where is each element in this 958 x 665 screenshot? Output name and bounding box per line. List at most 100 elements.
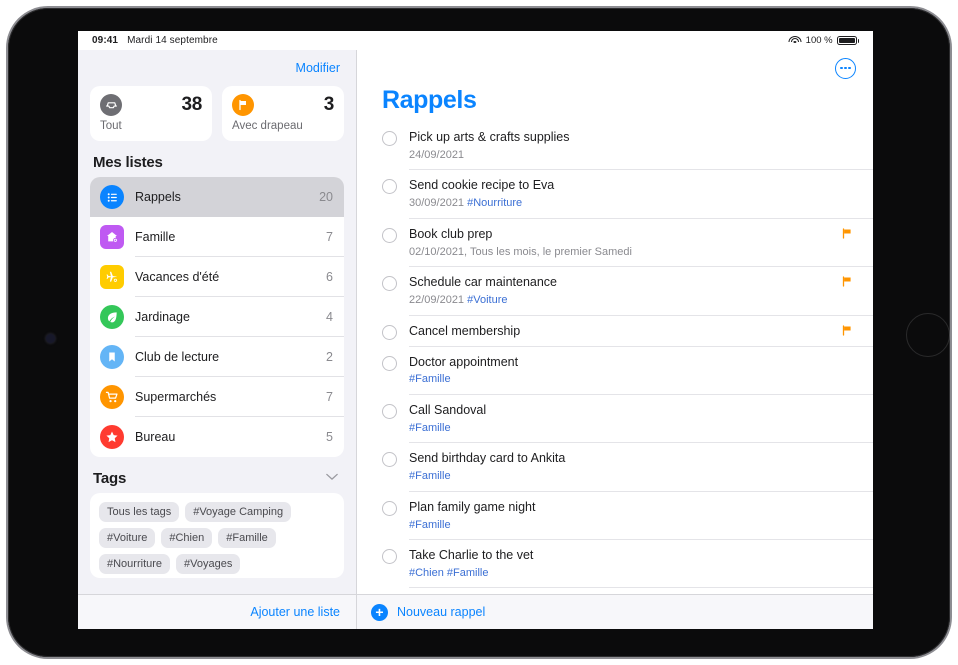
tags-header[interactable]: Tags — [93, 470, 344, 487]
reminder-checkbox[interactable] — [382, 403, 397, 419]
reminder-tags[interactable]: #Nourriture — [467, 197, 522, 209]
sidebar-item-rappels[interactable]: Rappels 20 — [90, 177, 344, 217]
reminder-checkbox[interactable] — [382, 452, 397, 468]
reminder-row[interactable]: Schedule car maintenance 22/09/2021 #Voi… — [382, 267, 873, 316]
reminder-tags[interactable]: #Voiture — [467, 294, 507, 306]
reminder-checkbox[interactable] — [382, 500, 397, 516]
reminder-checkbox[interactable] — [382, 179, 397, 195]
reminder-title: Book club prep — [409, 226, 493, 241]
reminder-tags[interactable]: #Famille — [409, 470, 451, 482]
sidebar-item-label: Bureau — [135, 430, 176, 444]
reminder-row[interactable]: Send birthday card to Ankita #Famille — [382, 443, 873, 492]
reminder-meta: #Famille — [409, 468, 853, 485]
wifi-icon — [788, 35, 802, 46]
sidebar-item-bureau[interactable]: Bureau 5 — [90, 417, 344, 457]
reminder-tags[interactable]: #Chien #Famille — [409, 567, 488, 579]
sidebar-item-jardinage[interactable]: Jardinage 4 — [90, 297, 344, 337]
status-bar-right: 100 % — [788, 35, 859, 46]
sidebar-scroll-area[interactable]: 38 Tout 3 Avec drapeau Mes listes Rappel… — [78, 86, 356, 594]
reminder-body: Book club prep 02/10/2021, Tous les mois… — [409, 226, 841, 260]
reminders-list[interactable]: Pick up arts & crafts supplies 24/09/202… — [357, 122, 873, 594]
tag-chip[interactable]: #Voiture — [99, 528, 156, 548]
sidebar-item-count: 4 — [326, 310, 333, 324]
reminder-row[interactable]: Doctor appointment #Famille — [382, 347, 873, 395]
inbox-icon — [100, 94, 122, 116]
leaf-icon — [100, 305, 124, 329]
reminder-tags[interactable]: #Famille — [409, 519, 451, 531]
reminder-row[interactable]: Book club prep 02/10/2021, Tous les mois… — [382, 219, 873, 268]
reminder-meta: 30/09/2021 #Nourriture — [409, 195, 853, 212]
reminder-row[interactable]: Plan family game night #Famille — [382, 492, 873, 540]
reminder-checkbox[interactable] — [382, 324, 397, 340]
edit-button[interactable]: Modifier — [296, 61, 340, 75]
tags-title: Tags — [93, 470, 127, 487]
sidebar-item-vacances-dete[interactable]: Vacances d'été 6 — [90, 257, 344, 297]
reminder-tags[interactable]: #Famille — [409, 373, 451, 385]
reminder-title: Call Sandoval — [409, 402, 487, 417]
sidebar-bottom-toolbar: Ajouter une liste — [78, 594, 356, 629]
status-time: 09:41 — [92, 35, 119, 46]
reminder-date: 30/09/2021 — [409, 197, 465, 210]
chevron-down-icon[interactable] — [326, 473, 338, 484]
sidebar-item-famille[interactable]: Famille 7 — [90, 217, 344, 257]
reminder-checkbox[interactable] — [382, 549, 397, 564]
new-reminder-button[interactable]: Nouveau rappel — [397, 605, 485, 619]
reminder-title: Schedule car maintenance — [409, 275, 558, 290]
smart-list-flagged[interactable]: 3 Avec drapeau — [222, 86, 344, 141]
reminder-body: Call Sandoval #Famille — [409, 402, 853, 436]
reminder-meta: #Famille — [409, 517, 853, 534]
reminder-tags[interactable]: #Famille — [409, 422, 451, 434]
reminder-title: Send cookie recipe to Eva — [409, 178, 555, 193]
reminder-date: 24/09/2021 — [409, 148, 465, 161]
reminder-body: Schedule car maintenance 22/09/2021 #Voi… — [409, 274, 841, 308]
reminder-checkbox[interactable] — [382, 131, 397, 146]
tag-chip[interactable]: Tous les tags — [99, 502, 180, 522]
sidebar-item-label: Rappels — [135, 190, 181, 204]
reminder-checkbox[interactable] — [382, 355, 397, 371]
flag-icon — [841, 275, 853, 290]
tag-chip[interactable]: #Voyage Camping — [185, 502, 292, 522]
reminder-row[interactable]: Call Sandoval #Famille — [382, 395, 873, 444]
list-bullet-icon — [100, 185, 124, 209]
plus-circle-icon[interactable]: + — [371, 603, 388, 621]
sidebar-item-count: 5 — [326, 430, 333, 444]
sidebar-item-label: Supermarchés — [135, 390, 217, 404]
my-lists-group: Rappels 20 Famille 7 Vacances d'été 6 Ja… — [90, 177, 344, 457]
reminder-row[interactable]: Cancel membership — [382, 316, 873, 347]
status-bar: 09:41 Mardi 14 septembre 100 % — [78, 31, 873, 50]
reminder-meta: 22/09/2021 #Voiture — [409, 292, 841, 309]
sidebar-item-supermarches[interactable]: Supermarchés 7 — [90, 377, 344, 417]
reminder-title: Cancel membership — [409, 323, 521, 338]
reminder-row[interactable]: Send cookie recipe to Eva 30/09/2021 #No… — [382, 170, 873, 219]
add-list-button[interactable]: Ajouter une liste — [250, 605, 340, 619]
sidebar-item-count: 6 — [326, 270, 333, 284]
tag-chip[interactable]: #Nourriture — [99, 554, 171, 574]
tag-chip[interactable]: #Chien — [161, 528, 213, 548]
reminder-row[interactable]: Pick up arts & crafts supplies 24/09/202… — [382, 122, 873, 171]
reminder-meta: #Famille — [409, 420, 853, 437]
reminder-title: Doctor appointment — [409, 354, 519, 369]
reminder-checkbox[interactable] — [382, 276, 397, 292]
reminder-body: Send birthday card to Ankita #Famille — [409, 450, 853, 484]
detail-bottom-toolbar: + Nouveau rappel — [357, 594, 873, 629]
sidebar-item-label: Club de lecture — [135, 350, 220, 364]
tag-chip[interactable]: #Famille — [218, 528, 276, 548]
status-bar-left: 09:41 Mardi 14 septembre — [92, 35, 218, 46]
smart-list-all[interactable]: 38 Tout — [90, 86, 212, 141]
reminder-row-partial[interactable] — [382, 588, 873, 594]
reminder-checkbox[interactable] — [382, 227, 397, 243]
sidebar-item-label: Famille — [135, 230, 176, 244]
smart-list-flagged-top: 3 — [232, 94, 334, 116]
ellipsis-circle-icon[interactable] — [835, 57, 856, 79]
sidebar-item-club-de-lecture[interactable]: Club de lecture 2 — [90, 337, 344, 377]
sidebar-item-count: 7 — [326, 390, 333, 404]
tag-chip[interactable]: #Voyages — [176, 554, 241, 574]
reminder-meta: 02/10/2021, Tous les mois, le premier Sa… — [409, 244, 841, 261]
reminder-body: Cancel membership — [409, 323, 841, 340]
detail-pane: Rappels Pick up arts & crafts supplies 2… — [357, 50, 873, 629]
smart-list-all-count: 38 — [181, 94, 202, 115]
bookmark-icon — [100, 345, 124, 369]
reminder-row[interactable]: Take Charlie to the vet #Chien #Famille — [382, 540, 873, 589]
smart-lists-grid: 38 Tout 3 Avec drapeau — [90, 86, 344, 141]
reminder-body: Pick up arts & crafts supplies 24/09/202… — [409, 129, 853, 163]
